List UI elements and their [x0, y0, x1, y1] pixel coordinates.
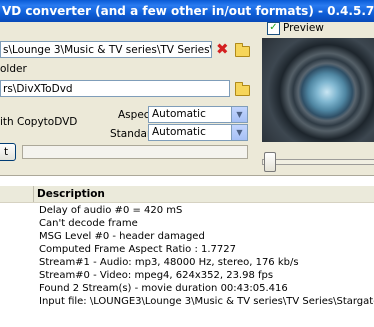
- log-message: Stream#0 - Video: mpeg4, 624x352, 23.98 …: [39, 270, 274, 281]
- preview-label: Preview: [283, 22, 324, 34]
- list-item[interactable]: Delay of audio #0 = 420 mS: [0, 204, 374, 217]
- list-item[interactable]: Input file: \LOUNGE3\Lounge 3\Music & TV…: [0, 295, 374, 308]
- list-item[interactable]: Computed Frame Aspect Ratio : 1.7727: [0, 243, 374, 256]
- title-bar: VD converter (and a few other in/out for…: [0, 0, 374, 22]
- preview-checkbox[interactable]: ✓: [267, 22, 280, 35]
- log-message: Can't decode frame: [39, 218, 138, 229]
- standard-select[interactable]: Automatic ▼: [148, 124, 248, 141]
- seek-slider-thumb[interactable]: [264, 152, 276, 172]
- list-item[interactable]: Can't decode frame: [0, 217, 374, 230]
- aspect-value: Automatic: [152, 108, 206, 120]
- list-item[interactable]: Found 2 Stream(s) - movie duration 00:43…: [0, 282, 374, 295]
- browse-input-folder-icon[interactable]: [235, 43, 250, 57]
- chevron-down-icon[interactable]: ▼: [231, 107, 247, 122]
- window-title: VD converter (and a few other in/out for…: [2, 4, 374, 18]
- chevron-down-icon[interactable]: ▼: [231, 125, 247, 140]
- standard-value: Automatic: [152, 126, 206, 138]
- start-button-label: t: [4, 146, 9, 158]
- list-item[interactable]: MSG Level #0 - header damaged: [0, 230, 374, 243]
- browse-output-folder-icon[interactable]: [235, 82, 250, 96]
- list-item[interactable]: Stream#1 - Audio: mp3, 48000 Hz, stereo,…: [0, 256, 374, 269]
- log-list-header: Description: [0, 186, 374, 203]
- log-message: Stream#1 - Audio: mp3, 48000 Hz, stereo,…: [39, 257, 299, 268]
- start-button[interactable]: t: [0, 143, 16, 161]
- seek-slider-track[interactable]: [262, 159, 374, 165]
- output-folder-label: older: [0, 63, 27, 75]
- output-folder-field[interactable]: rs\DivXToDvd: [0, 80, 230, 97]
- log-message: Input file: \LOUNGE3\Lounge 3\Music & TV…: [39, 296, 374, 307]
- copytodvd-label: ith CopytoDVD: [0, 116, 78, 128]
- log-message: Found 2 Stream(s) - movie duration 00:43…: [39, 283, 288, 294]
- log-message: Delay of audio #0 = 420 mS: [39, 205, 183, 216]
- preview-image: [262, 38, 374, 142]
- log-message: MSG Level #0 - header damaged: [39, 231, 205, 242]
- progress-bar: [22, 145, 248, 159]
- column-divider[interactable]: [33, 186, 34, 202]
- column-header-description[interactable]: Description: [37, 186, 105, 202]
- clear-input-icon[interactable]: ✖: [216, 41, 229, 57]
- log-message: Computed Frame Aspect Ratio : 1.7727: [39, 244, 237, 255]
- aspect-select[interactable]: Automatic ▼: [148, 106, 248, 123]
- input-file-field[interactable]: s\Lounge 3\Music & TV series\TV Series\S…: [0, 41, 212, 58]
- list-item[interactable]: Stream#0 - Video: mpeg4, 624x352, 23.98 …: [0, 269, 374, 282]
- log-list[interactable]: Description Delay of audio #0 = 420 mS C…: [0, 175, 374, 327]
